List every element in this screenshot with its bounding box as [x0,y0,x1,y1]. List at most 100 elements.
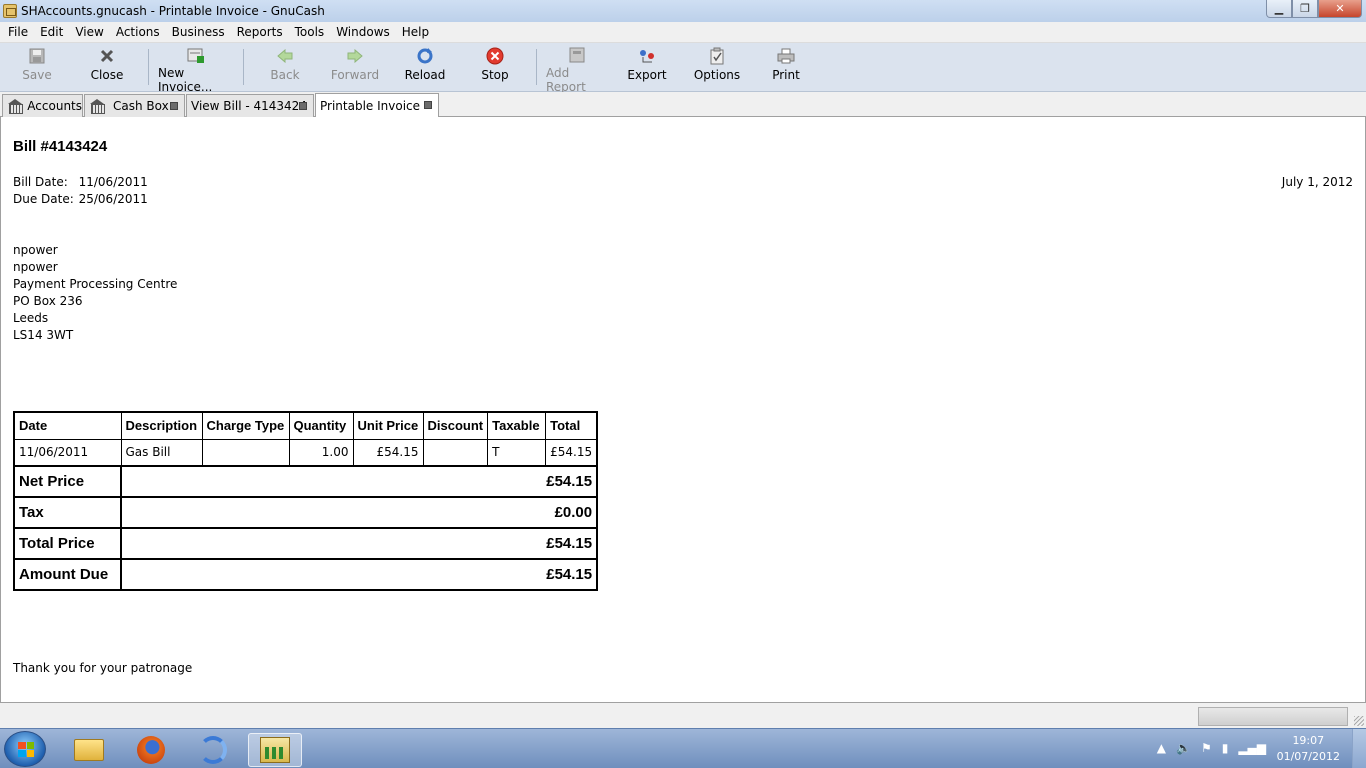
entry-charge-type [201,438,290,467]
total-price-value: £54.15 [119,527,599,560]
menu-bar: File Edit View Actions Business Reports … [0,22,1366,43]
close-button[interactable]: Close [90,47,124,89]
forward-button[interactable]: Forward [330,47,380,89]
tax-label: Tax [13,496,122,529]
battery-icon[interactable]: ▮ [1222,741,1229,755]
amount-due-row: Amount Due £54.15 [13,558,599,591]
bill-title: Bill #4143424 [13,138,108,155]
print-button[interactable]: Print [771,47,801,89]
menu-tools[interactable]: Tools [291,25,329,39]
tax-row: Tax £0.00 [13,496,599,529]
entry-date: 11/06/2011 [13,438,122,467]
toolbar-separator [148,49,149,85]
entry-discount [422,438,489,467]
firefox-icon [137,736,165,764]
address-line: npower [13,260,58,274]
taskbar-gnucash[interactable] [248,733,302,767]
footer-message: Thank you for your patronage [13,661,193,675]
menu-file[interactable]: File [4,25,32,39]
menu-edit[interactable]: Edit [36,25,67,39]
column-header-description: Description [120,411,203,440]
minimize-button[interactable]: ▁ [1266,0,1292,18]
tab-view-bill[interactable]: View Bill - 4143424 [186,94,314,117]
volume-icon[interactable]: 🔈 [1176,741,1191,755]
amount-due-label: Amount Due [13,558,122,591]
taskbar-sync[interactable] [186,733,240,767]
taskbar-clock[interactable]: 19:07 01/07/2012 [1277,733,1340,765]
entry-description: Gas Bill [120,438,203,467]
tab-close-icon[interactable] [170,102,178,110]
tab-bar: Accounts Cash Box View Bill - 4143424 Pr… [0,92,1366,117]
window-controls: ▁ ❐ ✕ [1266,0,1362,18]
new-invoice-icon [186,47,206,63]
taskbar-firefox[interactable] [124,733,178,767]
tab-accounts[interactable]: Accounts [2,94,83,117]
taskbar-explorer[interactable] [62,733,116,767]
action-center-flag-icon[interactable]: ⚑ [1201,741,1212,755]
save-button[interactable]: Save [22,47,52,89]
tab-printable-invoice[interactable]: Printable Invoice [315,93,439,117]
net-price-row: Net Price £54.15 [13,465,599,498]
reload-icon [415,47,435,65]
clock-time: 19:07 [1292,734,1325,747]
due-date-line: Due Date: 25/06/2011 [13,192,148,206]
toolbar: Save Close New Invoice... Back Forward R… [0,43,1366,94]
forward-arrow-icon [345,47,365,65]
window-title: SHAccounts.gnucash - Printable Invoice -… [21,4,325,18]
network-signal-icon[interactable]: ▂▄▆ [1238,741,1266,755]
address-line: LS14 3WT [13,328,74,342]
tab-close-icon[interactable] [299,102,307,110]
tab-cash-box[interactable]: Cash Box [84,94,185,117]
back-button[interactable]: Back [266,47,304,89]
gnucash-icon [260,737,290,763]
export-button[interactable]: Export [627,47,667,89]
print-icon [776,47,796,65]
show-hidden-icons-icon[interactable]: ▲ [1157,741,1166,755]
entry-taxable: T [487,438,547,467]
menu-business[interactable]: Business [168,25,229,39]
net-price-label: Net Price [13,465,122,498]
account-icon [89,99,105,114]
save-icon [27,47,47,65]
maximize-button[interactable]: ❐ [1292,0,1318,18]
show-desktop-button[interactable] [1352,729,1366,768]
menu-actions[interactable]: Actions [112,25,164,39]
back-arrow-icon [275,47,295,65]
reload-button[interactable]: Reload [404,47,446,89]
menu-windows[interactable]: Windows [332,25,394,39]
table-row: 11/06/2011 Gas Bill 1.00 £54.15 T £54.15 [13,438,598,467]
status-bar [0,702,1366,728]
menu-reports[interactable]: Reports [233,25,287,39]
windows-taskbar: ▲ 🔈 ⚑ ▮ ▂▄▆ 19:07 01/07/2012 [0,728,1366,768]
toolbar-separator [536,49,537,85]
column-header-unit-price: Unit Price [352,411,424,440]
invoice-report-view: Bill #4143424 Bill Date: 11/06/2011 Due … [0,117,1366,702]
menu-help[interactable]: Help [398,25,433,39]
new-invoice-button[interactable]: New Invoice... [158,47,234,94]
invoice-table: Date Description Charge Type Quantity Un… [13,411,599,591]
stop-button[interactable]: Stop [480,47,510,89]
add-report-button[interactable]: Add Report [546,47,608,94]
gnucash-app-icon [3,4,17,18]
tab-close-icon[interactable] [424,101,432,109]
total-price-row: Total Price £54.15 [13,527,599,560]
entry-quantity: 1.00 [288,438,354,467]
menu-view[interactable]: View [71,25,107,39]
entry-unit-price: £54.15 [352,438,424,467]
address-line: PO Box 236 [13,294,83,308]
start-button[interactable] [4,731,46,767]
bill-date-label: Bill Date: [13,175,68,189]
column-header-discount: Discount [422,411,489,440]
clock-date: 01/07/2012 [1276,750,1340,763]
amount-due-value: £54.15 [119,558,599,591]
stop-icon [485,47,505,65]
resize-grip[interactable] [1354,716,1364,726]
due-date-value: 25/06/2011 [78,192,148,206]
address-line: Leeds [13,311,49,325]
total-price-label: Total Price [13,527,122,560]
options-icon [707,47,727,65]
column-header-charge-type: Charge Type [201,411,290,440]
options-button[interactable]: Options [694,47,740,89]
close-window-button[interactable]: ✕ [1318,0,1362,18]
export-icon [637,47,657,65]
